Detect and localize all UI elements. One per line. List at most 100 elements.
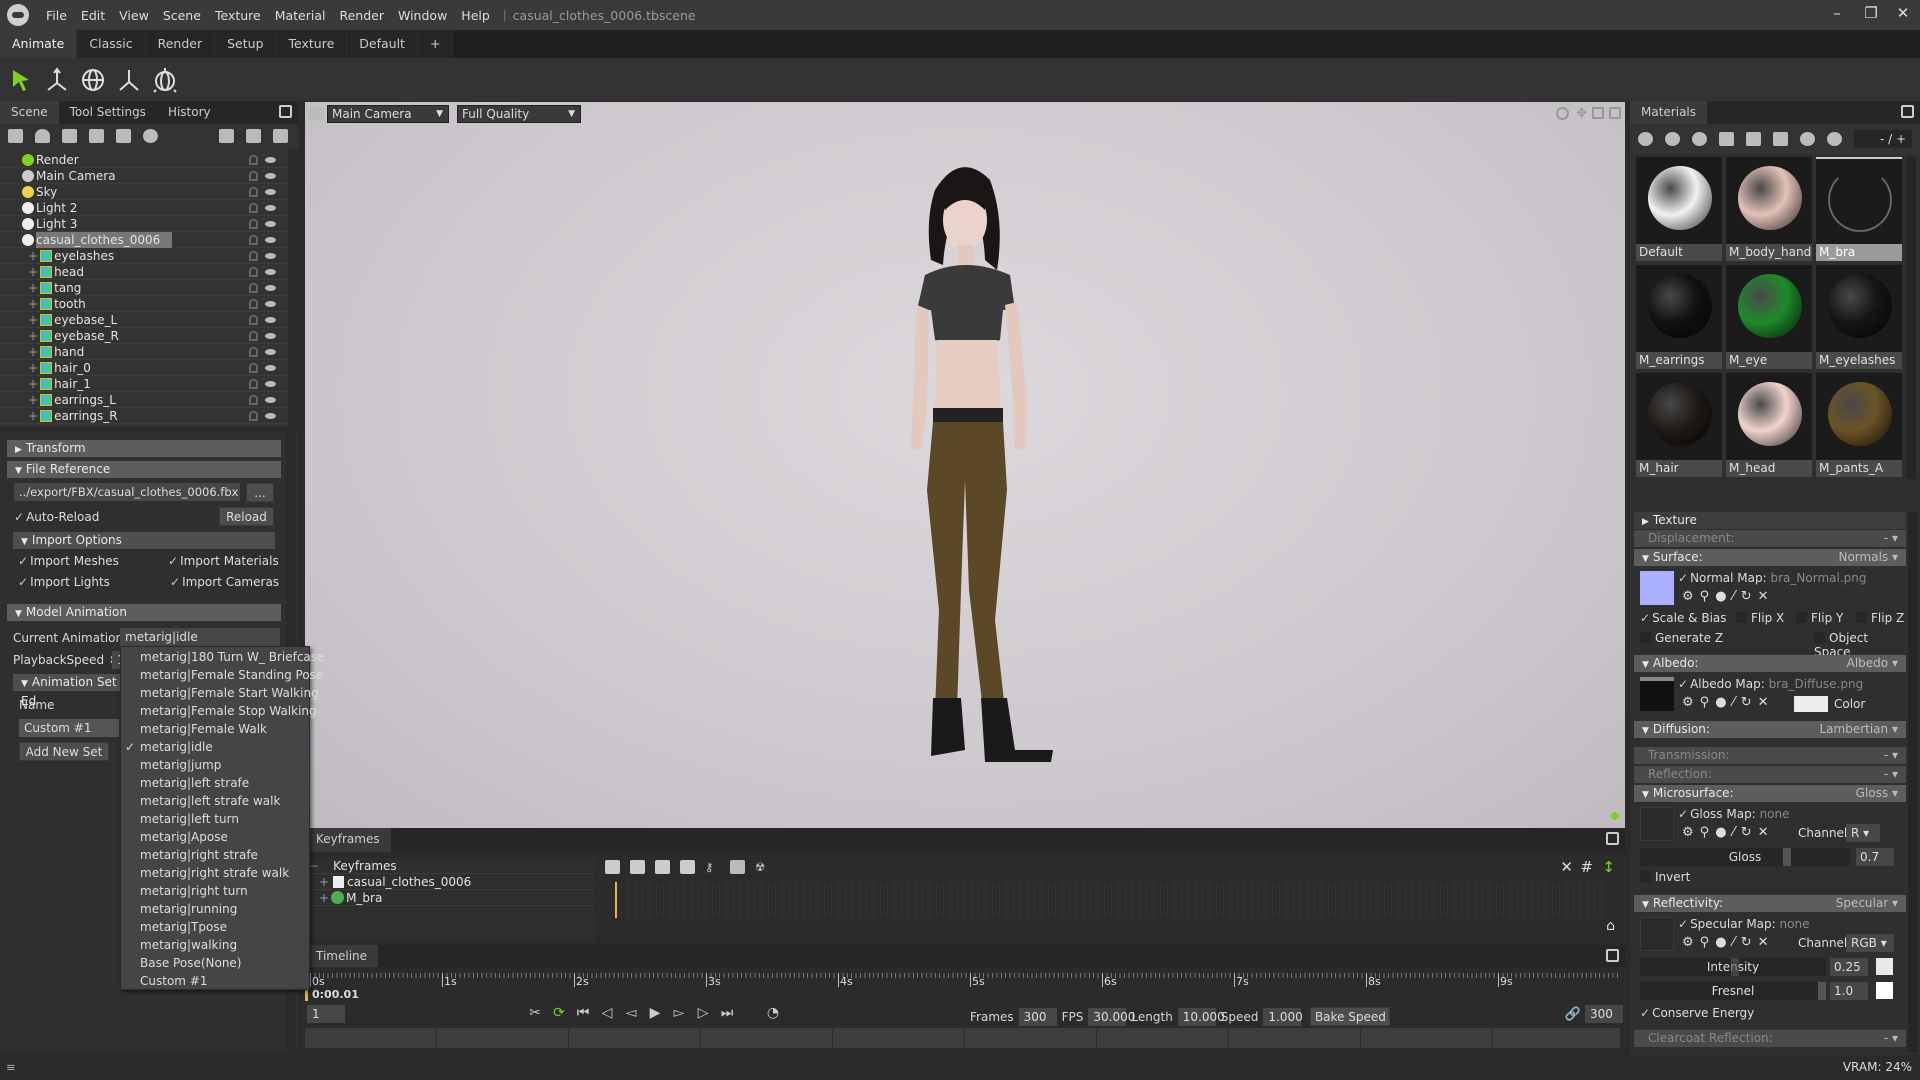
menu-texture[interactable]: Texture [208, 8, 268, 23]
timeline-track[interactable] [305, 1028, 1620, 1048]
popout-icon[interactable] [1606, 949, 1619, 962]
scissors-icon[interactable]: ✂ [525, 1005, 545, 1021]
microsurface-header[interactable]: ▼ Microsurface: Gloss ▾ [1634, 785, 1906, 802]
timeline-playhead[interactable] [305, 989, 308, 1001]
add-new-set-button[interactable]: Add New Set [19, 742, 109, 761]
menu-scene[interactable]: Scene [156, 8, 208, 23]
scene-tree-item[interactable]: + tang [0, 280, 288, 296]
menu-material[interactable]: Material [268, 8, 333, 23]
scale-icon[interactable] [116, 67, 142, 93]
tab-timeline[interactable]: Timeline [305, 945, 379, 967]
vertical-fit-icon[interactable]: ↕ [1602, 858, 1615, 876]
menu-file[interactable]: File [39, 8, 74, 23]
animation-option[interactable]: metarig|right strafe walk [121, 864, 309, 882]
file-reference-section-header[interactable]: ▼ File Reference [7, 461, 281, 478]
smooth-interpolation-icon[interactable] [655, 860, 670, 874]
tab-default[interactable]: Default [347, 30, 418, 58]
visibility-eye-icon[interactable] [265, 349, 276, 355]
clearcoat-header[interactable]: Clearcoat Reflection: - ▾ [1634, 1030, 1906, 1047]
material-thumbnail[interactable]: M_eyelashes [1816, 265, 1902, 369]
albedo-color-swatch[interactable] [1794, 696, 1828, 712]
scene-tree-item[interactable]: Render [0, 152, 288, 168]
scene-tree-item[interactable]: Light 2 [0, 200, 288, 216]
folder-icon[interactable] [219, 129, 234, 143]
search-icon[interactable]: ⚲ [1700, 935, 1710, 950]
scene-tree-item[interactable]: + eyebase_L [0, 312, 288, 328]
speed-field[interactable]: 1.000 [1263, 1007, 1303, 1026]
tab-tool-settings[interactable]: Tool Settings [59, 101, 157, 124]
end-frame-field[interactable]: 300 [1585, 1005, 1623, 1023]
popout-icon[interactable] [1606, 832, 1619, 845]
scale-bias-checkbox[interactable]: ✓ Scale & Bias [1640, 611, 1727, 625]
close-icon[interactable]: ✕ [1758, 695, 1769, 710]
scene-tree-item[interactable]: + eyelashes [0, 248, 288, 264]
gloss-slider-handle[interactable] [1783, 848, 1791, 866]
animation-option[interactable]: metarig|Female Stop Walking [121, 702, 317, 720]
import-meshes-checkbox[interactable]: ✓ Import Meshes [18, 554, 119, 568]
gloss-channel-select[interactable]: R ▾ [1846, 824, 1880, 842]
translate-icon[interactable] [44, 66, 70, 93]
snap-grid-icon[interactable]: # [1580, 858, 1593, 876]
folder-icon[interactable] [1719, 132, 1734, 146]
scene-tree-item[interactable]: + earrings_R [0, 408, 288, 424]
menu-edit[interactable]: Edit [74, 8, 112, 23]
material-thumbnail[interactable]: M_body_hand [1726, 157, 1812, 261]
animation-option[interactable]: metarig|left turn [121, 810, 309, 828]
popout-icon[interactable] [1901, 105, 1914, 118]
lock-icon[interactable] [249, 171, 258, 181]
animation-option[interactable]: metarig|running [121, 900, 309, 918]
tab-history[interactable]: History [157, 101, 222, 124]
quality-select[interactable]: Full Quality ▼ [457, 105, 581, 123]
timeline-ruler[interactable]: 0s 1s 2s 3s 4s 5s 6s 7s 8s 9s [310, 973, 1620, 1001]
tree-row-object[interactable]: + casual_clothes_0006 [305, 874, 595, 890]
normal-map-checkbox[interactable]: ✓ Normal Map: bra_Normal.png [1678, 571, 1866, 585]
skip-end-icon[interactable]: ⏭ [717, 1005, 737, 1021]
set-name-field[interactable]: Custom #1 [19, 719, 119, 737]
browse-button[interactable]: ... [246, 483, 274, 502]
select-arrow-icon[interactable] [8, 67, 34, 93]
trash-icon[interactable] [273, 129, 288, 143]
visibility-eye-icon[interactable] [265, 413, 276, 419]
animation-option[interactable]: metarig|Female Start Walking [121, 684, 319, 702]
minimize-button[interactable]: – [1822, 4, 1852, 22]
animation-option[interactable]: metarig|right turn [121, 882, 309, 900]
material-thumbnail[interactable]: M_eye [1726, 265, 1812, 369]
lock-icon[interactable] [249, 299, 258, 309]
material-thumbnail[interactable]: M_earrings [1636, 265, 1722, 369]
properties-scrollbar[interactable] [1908, 512, 1918, 1052]
visibility-eye-icon[interactable] [265, 285, 276, 291]
tab-animate[interactable]: Animate [0, 30, 78, 58]
expand-icon[interactable]: + [28, 312, 38, 328]
lock-icon[interactable] [249, 379, 258, 389]
visibility-eye-icon[interactable] [265, 301, 276, 307]
expand-icon[interactable]: + [28, 344, 38, 360]
expand-icon[interactable]: + [28, 248, 38, 264]
link-icon[interactable]: 🔗 [1565, 1007, 1581, 1022]
menu-lines-icon[interactable]: ≡ [6, 1060, 16, 1074]
animation-option[interactable]: metarig|jump [121, 756, 309, 774]
frames-field[interactable]: 300 [1018, 1007, 1057, 1026]
scene-tree-item[interactable]: casual_clothes_0006 [0, 231, 288, 248]
visibility-eye-icon[interactable] [265, 221, 276, 227]
lock-icon[interactable] [249, 411, 258, 421]
material-page-counter[interactable]: - / + [1854, 130, 1912, 148]
fps-field[interactable]: 30.000 [1088, 1007, 1135, 1026]
sample-icon[interactable]: ● [1715, 935, 1726, 950]
next-key-icon[interactable]: ▷ [693, 1005, 713, 1021]
lock-icon[interactable] [249, 283, 258, 293]
duplicate-material-icon[interactable] [1665, 132, 1680, 146]
material-thumbnail[interactable]: Default [1636, 157, 1722, 261]
scene-tree-item[interactable]: Light 3 [0, 216, 288, 232]
reload-button[interactable]: Reload [219, 507, 274, 526]
lock-icon[interactable] [249, 315, 258, 325]
visibility-eye-icon[interactable] [265, 237, 276, 243]
lock-icon[interactable] [249, 203, 258, 213]
scene-tree-item[interactable]: + eyebase_R [0, 328, 288, 344]
fresnel-slider-handle[interactable] [1818, 982, 1826, 1000]
texture-section-header[interactable]: ▶ Texture [1634, 512, 1906, 529]
checker-icon[interactable] [1692, 132, 1707, 146]
lock-icon[interactable] [249, 347, 258, 357]
gear-icon[interactable]: ⚙ [1682, 935, 1694, 950]
add-mesh-icon[interactable] [8, 129, 23, 143]
close-icon[interactable]: ✕ [1758, 589, 1769, 604]
